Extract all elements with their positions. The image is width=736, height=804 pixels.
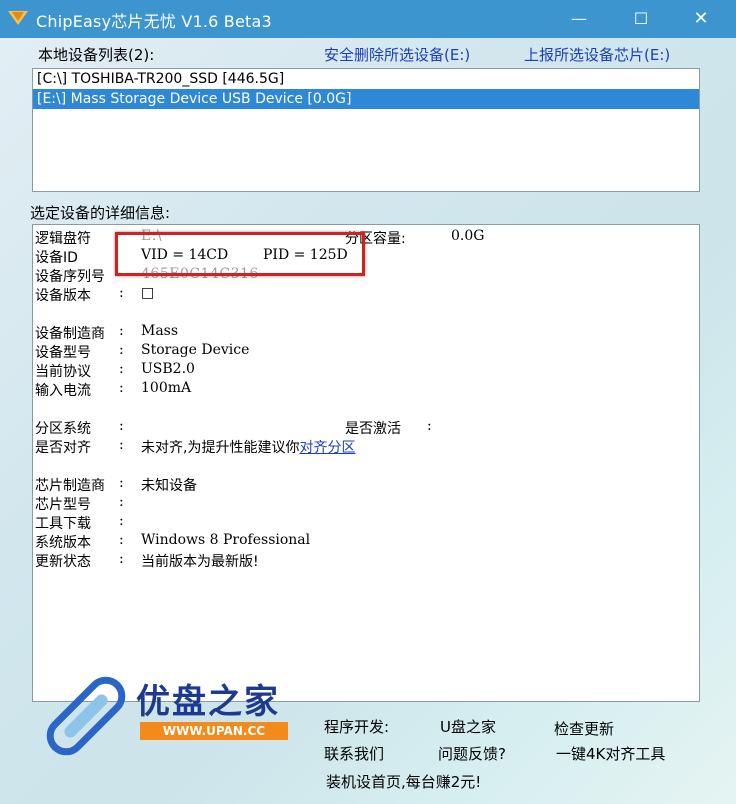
developer-label: 程序开发:	[324, 718, 390, 736]
minimize-button[interactable]: —	[564, 9, 594, 29]
chip-model-label: 芯片型号	[35, 497, 91, 513]
model-label: 设备型号	[35, 345, 91, 361]
logo-text: 优盘之家	[136, 682, 280, 722]
contact-link[interactable]: 联系我们	[324, 743, 384, 764]
chip-manufacturer-label: 芯片制造商	[35, 478, 105, 494]
logical-drive-label: 逻辑盘符	[35, 231, 91, 247]
protocol-colon: :	[119, 361, 124, 377]
os-version-label: 系统版本	[35, 535, 91, 551]
update-status-label: 更新状态	[35, 554, 91, 570]
check-update-link[interactable]: 检查更新	[554, 718, 614, 739]
protocol-label: 当前协议	[35, 364, 91, 380]
version-value: □	[141, 285, 155, 301]
model-value: Storage Device	[141, 342, 250, 358]
current-label: 输入电流	[35, 383, 91, 399]
close-button[interactable]: ✕	[686, 9, 716, 29]
safe-remove-link[interactable]: 安全删除所选设备(E:)	[324, 44, 470, 65]
chip-model-colon: :	[119, 494, 124, 510]
device-id-label: 设备ID	[35, 250, 78, 266]
device-list-item-c[interactable]: [C:\] TOSHIBA-TR200_SSD [446.5G]	[33, 69, 699, 89]
manufacturer-colon: :	[119, 323, 124, 339]
title-bar: ChipEasy芯片无忧 V1.6 Beta3 — ☐ ✕	[0, 0, 736, 38]
promo-link[interactable]: 装机设首页,每台赚2元!	[326, 771, 481, 792]
protocol-value: USB2.0	[141, 361, 195, 377]
aligned-text: 未对齐,为提升性能建议你	[141, 440, 300, 456]
window-title: ChipEasy芯片无忧 V1.6 Beta3	[36, 12, 272, 31]
details-label: 选定设备的详细信息:	[30, 204, 171, 222]
model-colon: :	[119, 342, 124, 358]
feedback-link[interactable]: 问题反馈?	[438, 743, 506, 764]
chip-manufacturer-value: 未知设备	[141, 478, 197, 494]
app-icon	[8, 11, 28, 25]
version-label: 设备版本	[35, 288, 91, 304]
manufacturer-value: Mass	[141, 323, 179, 339]
activated-label: 是否激活	[345, 421, 401, 437]
device-list-item-e[interactable]: [E:\] Mass Storage Device USB Device [0.…	[33, 89, 699, 109]
activated-colon: :	[427, 418, 432, 434]
developer-value: U盘之家	[440, 718, 496, 736]
report-chip-link[interactable]: 上报所选设备芯片(E:)	[524, 44, 670, 65]
aligned-label: 是否对齐	[35, 440, 91, 456]
partition-system-colon: :	[119, 418, 124, 434]
version-colon: :	[119, 285, 124, 301]
update-status-value: 当前版本为最新版!	[141, 554, 259, 570]
chip-manufacturer-colon: :	[119, 475, 124, 491]
current-value: 100mA	[141, 380, 192, 396]
aligned-value: 未对齐,为提升性能建议你对齐分区	[141, 437, 355, 457]
align-tool-link[interactable]: 一键4K对齐工具	[556, 743, 665, 764]
tool-download-colon: :	[119, 513, 124, 529]
update-status-colon: :	[119, 551, 124, 567]
maximize-button[interactable]: ☐	[626, 9, 656, 29]
current-colon: :	[119, 380, 124, 396]
os-version-value: Windows 8 Professional	[141, 532, 311, 548]
serial-label: 设备序列号	[35, 269, 105, 285]
aligned-colon: :	[119, 437, 124, 453]
partition-capacity-value: 0.0G	[451, 228, 485, 244]
device-list[interactable]: [C:\] TOSHIBA-TR200_SSD [446.5G] [E:\] M…	[32, 68, 700, 192]
logo-url: WWW.UPAN.CC	[140, 722, 288, 740]
tool-download-label: 工具下载	[35, 516, 91, 532]
details-panel: 逻辑盘符 E:\ 分区容量: 0.0G 设备ID VID = 14CD PID …	[32, 224, 700, 702]
os-version-colon: :	[119, 532, 124, 548]
device-list-label: 本地设备列表(2):	[38, 46, 155, 64]
manufacturer-label: 设备制造商	[35, 326, 105, 342]
vid-pid-highlight	[115, 232, 365, 276]
partition-system-label: 分区系统	[35, 421, 91, 437]
align-partition-link[interactable]: 对齐分区	[299, 440, 355, 456]
